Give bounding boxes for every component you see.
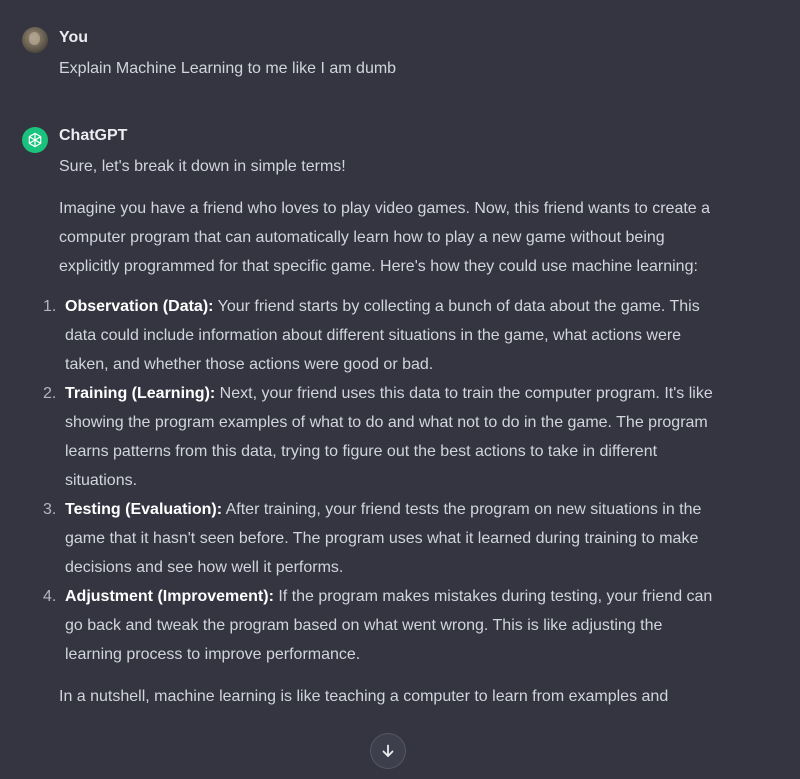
chat-thread: You Explain Machine Learning to me like … [0,0,800,779]
list-item-number: 1. [43,298,57,315]
steps-list: 1. Observation (Data): Your friend starts… [43,292,719,669]
list-item-number: 4. [43,588,57,605]
list-item-title: Observation (Data): [65,298,214,315]
user-message-text: Explain Machine Learning to me like I am… [59,54,719,83]
list-item-number: 2. [43,385,57,402]
user-avatar [22,27,48,53]
list-item-title: Training (Learning): [65,385,216,402]
list-item-title: Adjustment (Improvement): [65,588,274,605]
user-author-name: You [59,29,89,46]
user-message-content: Explain Machine Learning to me like I am… [59,60,397,77]
assistant-message-text: Sure, let's break it down in simple term… [43,152,719,711]
assistant-intro: Imagine you have a friend who loves to p… [59,200,711,275]
list-item: 3. Testing (Evaluation): After training, … [43,495,719,582]
assistant-author-name: ChatGPT [59,127,128,144]
arrow-down-icon [382,744,394,757]
assistant-conclusion: In a nutshell, machine learning is like … [59,688,669,705]
list-item: 1. Observation (Data): Your friend starts… [43,292,719,379]
list-item-number: 3. [43,501,57,518]
scroll-to-bottom-button[interactable] [370,733,406,769]
list-item-title: Testing (Evaluation): [65,501,223,518]
openai-logo-icon [22,127,48,153]
list-item: 2. Training (Learning): Next, your friend… [43,379,719,495]
assistant-greeting: Sure, let's break it down in simple term… [59,158,346,175]
list-item: 4. Adjustment (Improvement): If the progr… [43,582,719,669]
